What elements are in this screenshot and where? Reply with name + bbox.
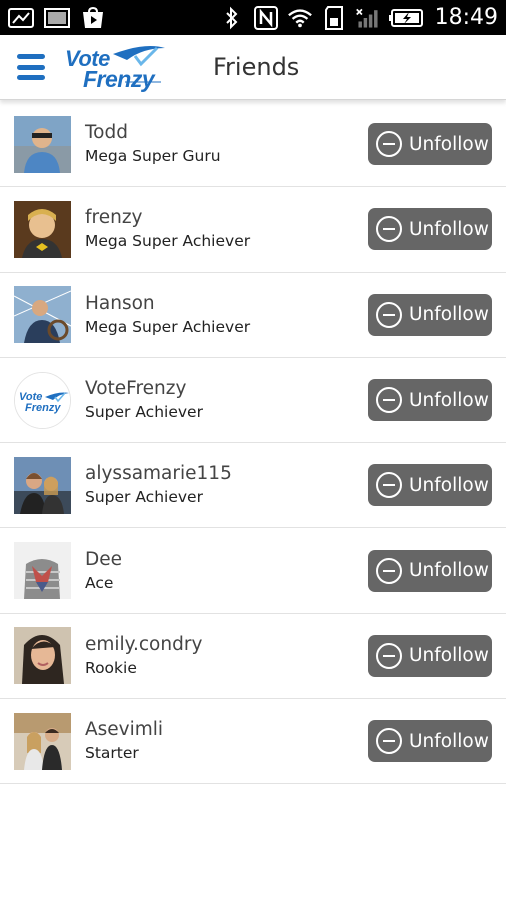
unfollow-button[interactable]: Unfollow	[368, 208, 492, 251]
unfollow-label: Unfollow	[409, 560, 489, 582]
status-right-icons: 18:49	[219, 5, 498, 30]
minus-circle-icon	[376, 216, 402, 243]
votefrenzy-logo[interactable]: Vote Frenzy	[65, 42, 169, 92]
friend-row[interactable]: Asevimli Starter Unfollow	[0, 699, 506, 785]
hamburger-menu-icon[interactable]	[17, 54, 51, 80]
unfollow-button[interactable]: Unfollow	[368, 720, 492, 763]
avatar[interactable]: Vote Frenzy	[14, 371, 71, 429]
app-header: Vote Frenzy Friends	[0, 35, 506, 100]
minus-circle-icon	[376, 728, 402, 755]
gallery-icon	[44, 7, 70, 29]
unfollow-label: Unfollow	[409, 389, 489, 411]
unfollow-label: Unfollow	[409, 474, 489, 496]
unfollow-button[interactable]: Unfollow	[368, 549, 492, 592]
minus-circle-icon	[376, 301, 402, 328]
signal-icon	[355, 7, 381, 29]
unfollow-button[interactable]: Unfollow	[368, 634, 492, 677]
friends-list: Todd Mega Super Guru Unfollow frenzy Meg…	[0, 102, 506, 785]
bluetooth-icon	[219, 6, 245, 29]
status-bar: 18:49	[0, 0, 506, 35]
unfollow-label: Unfollow	[409, 304, 489, 326]
unfollow-button[interactable]: Unfollow	[368, 293, 492, 336]
page-title: Friends	[213, 53, 300, 81]
play-store-icon	[80, 6, 106, 29]
logo-frenzy-text: Frenzy	[83, 66, 155, 92]
unfollow-label: Unfollow	[409, 133, 489, 155]
avatar[interactable]	[14, 712, 71, 770]
sd-card-icon	[321, 5, 347, 30]
avatar[interactable]	[14, 115, 71, 173]
unfollow-label: Unfollow	[409, 645, 489, 667]
status-left-icons	[8, 6, 106, 29]
unfollow-label: Unfollow	[409, 218, 489, 240]
minus-circle-icon	[376, 557, 402, 584]
avatar[interactable]	[14, 456, 71, 514]
avatar[interactable]	[14, 542, 71, 600]
minus-circle-icon	[376, 131, 402, 158]
friend-row[interactable]: emily.condry Rookie Unfollow	[0, 614, 506, 700]
friend-row[interactable]: Todd Mega Super Guru Unfollow	[0, 102, 506, 188]
friend-row[interactable]: alyssamarie115 Super Achiever Unfollow	[0, 443, 506, 529]
minus-circle-icon	[376, 642, 402, 669]
avatar[interactable]	[14, 200, 71, 258]
avatar[interactable]	[14, 286, 71, 344]
friend-row[interactable]: Vote Frenzy VoteFrenzy Super Achiever Un…	[0, 358, 506, 444]
avatar-logo-frenzy: Frenzy	[25, 401, 61, 414]
battery-charging-icon	[388, 7, 423, 29]
nfc-icon	[253, 5, 279, 30]
unfollow-button[interactable]: Unfollow	[368, 464, 492, 507]
friend-row[interactable]: Dee Ace Unfollow	[0, 528, 506, 614]
unfollow-button[interactable]: Unfollow	[368, 379, 492, 422]
friend-row[interactable]: Hanson Mega Super Achiever Unfollow	[0, 273, 506, 358]
image-icon	[8, 7, 34, 29]
friend-row[interactable]: frenzy Mega Super Achiever Unfollow	[0, 187, 506, 273]
minus-circle-icon	[376, 472, 402, 499]
status-time: 18:49	[434, 5, 498, 30]
avatar[interactable]	[14, 627, 71, 685]
unfollow-button[interactable]: Unfollow	[368, 123, 492, 166]
minus-circle-icon	[376, 387, 402, 414]
wifi-icon	[287, 7, 313, 29]
unfollow-label: Unfollow	[409, 730, 489, 752]
